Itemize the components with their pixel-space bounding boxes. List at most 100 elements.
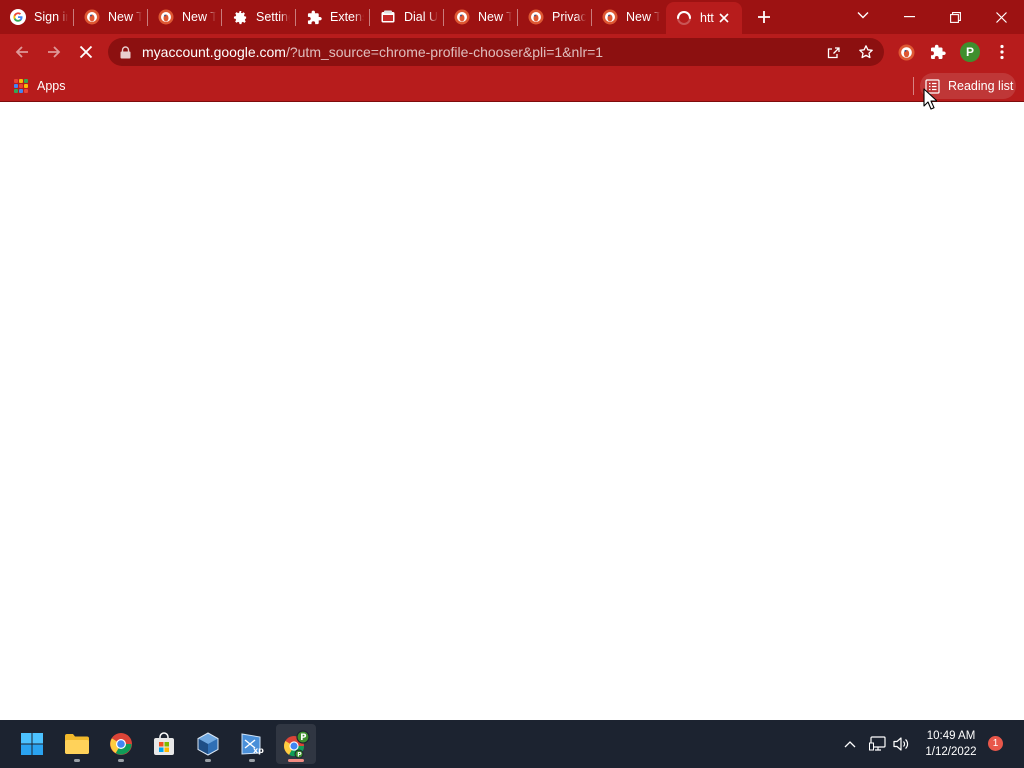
running-indicator	[205, 759, 211, 762]
windows-logo-icon	[21, 733, 43, 755]
kebab-menu-icon	[1000, 44, 1004, 60]
active-indicator	[288, 759, 304, 762]
windows-taskbar: xp PP 10:49 AM 1/12/2022	[0, 720, 1024, 768]
clock-date: 1/12/2022	[925, 746, 977, 758]
duckduckgo-extension-icon[interactable]	[894, 40, 918, 64]
star-icon[interactable]	[857, 43, 875, 61]
running-indicator	[74, 759, 80, 762]
close-icon	[995, 11, 1007, 23]
tab-title: Extensions	[330, 10, 364, 24]
svg-text:xp: xp	[253, 746, 264, 755]
restore-icon	[949, 11, 961, 23]
virtualbox-button[interactable]	[188, 724, 228, 764]
folder-icon	[65, 734, 89, 754]
gear-icon	[232, 9, 248, 25]
file-explorer-button[interactable]	[57, 724, 97, 764]
apps-grid-icon	[14, 79, 28, 93]
window-controls	[886, 0, 1024, 34]
close-tab-icon[interactable]	[716, 10, 732, 26]
url-domain: myaccount.google.com	[142, 44, 286, 60]
bookmarks-bar: Apps Reading list	[0, 70, 1024, 102]
tab-title: Privacy	[552, 10, 586, 24]
restore-button[interactable]	[932, 0, 978, 34]
virtualbox-cube-icon	[197, 732, 219, 756]
volume-icon[interactable]	[891, 734, 911, 754]
menu-button[interactable]	[990, 40, 1014, 64]
tab-active-loading[interactable]: htt	[666, 2, 742, 34]
chrome-icon	[110, 733, 132, 755]
avatar: P	[960, 42, 980, 62]
apps-label: Apps	[37, 79, 66, 93]
tab-title: Dial Up	[404, 10, 438, 24]
browser-toolbar: myaccount.google.com/?utm_source=chrome-…	[0, 34, 1024, 70]
notification-badge[interactable]: 1	[988, 736, 1003, 751]
mouse-pointer-icon	[923, 88, 937, 110]
duckduckgo-icon	[528, 9, 544, 25]
tab-title: New Tab	[478, 10, 512, 24]
tab-privacy[interactable]: Privacy	[518, 0, 592, 34]
vm-xp-button[interactable]: xp	[232, 724, 272, 764]
stop-icon	[79, 45, 93, 59]
chevron-up-icon	[844, 741, 856, 748]
chrome-profile-taskbar-button[interactable]: PP	[276, 724, 316, 764]
forward-arrow-icon	[48, 46, 61, 58]
url-text: myaccount.google.com/?utm_source=chrome-…	[142, 44, 603, 60]
close-window-button[interactable]	[978, 0, 1024, 34]
tab-title: Sign in	[34, 10, 68, 24]
store-button[interactable]	[144, 724, 184, 764]
system-clock[interactable]: 10:49 AM 1/12/2022	[918, 728, 984, 760]
tab-new-tab[interactable]: New Tab	[444, 0, 518, 34]
puzzle-icon	[306, 9, 322, 25]
start-button[interactable]	[12, 724, 52, 764]
tab-settings[interactable]: Settings	[222, 0, 296, 34]
show-hidden-icons-button[interactable]	[840, 734, 860, 754]
tab-strip: Sign in New Tab New Tab Settings Extensi…	[0, 0, 782, 34]
svg-text:P: P	[297, 752, 302, 758]
svg-text:P: P	[300, 733, 306, 743]
tab-dial-up[interactable]: Dial Up	[370, 0, 444, 34]
duckduckgo-icon	[158, 9, 174, 25]
page-viewport	[0, 103, 1024, 720]
running-indicator	[118, 759, 124, 762]
tab-title: New Tab	[108, 10, 142, 24]
back-button[interactable]	[8, 38, 36, 66]
apps-shortcut[interactable]: Apps	[14, 76, 66, 96]
dial-icon	[380, 9, 396, 25]
tab-extensions[interactable]: Extensions	[296, 0, 370, 34]
xp-vm-icon: xp	[241, 733, 264, 755]
duckduckgo-icon	[84, 9, 100, 25]
tab-new-tab[interactable]: New Tab	[74, 0, 148, 34]
running-indicator	[249, 759, 255, 762]
share-icon[interactable]	[824, 43, 842, 61]
tab-title: Settings	[256, 10, 290, 24]
chrome-profile-icon: PP	[284, 730, 310, 758]
extensions-puzzle-icon[interactable]	[926, 40, 950, 64]
duckduckgo-icon	[602, 9, 618, 25]
tab-new-tab[interactable]: New Tab	[592, 0, 666, 34]
reading-list-label: Reading list	[948, 79, 1014, 93]
minimize-button[interactable]	[886, 0, 932, 34]
plus-icon	[758, 11, 770, 23]
minimize-icon	[903, 16, 915, 18]
forward-button[interactable]	[40, 38, 68, 66]
tab-title: New Tab	[182, 10, 216, 24]
profile-avatar-button[interactable]: P	[958, 40, 982, 64]
tab-new-tab[interactable]: New Tab	[148, 0, 222, 34]
loading-spinner-icon	[676, 10, 692, 26]
network-icon[interactable]	[868, 734, 888, 754]
url-path: /?utm_source=chrome-profile-chooser&pli=…	[285, 44, 604, 60]
address-bar[interactable]: myaccount.google.com/?utm_source=chrome-…	[108, 38, 884, 66]
chrome-taskbar-button[interactable]	[101, 724, 141, 764]
chevron-down-icon	[857, 12, 869, 19]
duckduckgo-icon	[454, 9, 470, 25]
store-bag-icon	[154, 732, 174, 755]
new-tab-button[interactable]	[746, 0, 782, 34]
bookmarks-divider	[913, 77, 914, 95]
google-g-icon	[10, 9, 26, 25]
tab-search-button[interactable]	[850, 0, 876, 30]
tab-sign-in[interactable]: Sign in	[0, 0, 74, 34]
stop-loading-button[interactable]	[72, 38, 100, 66]
back-arrow-icon	[15, 46, 28, 58]
clock-time: 10:49 AM	[926, 730, 976, 742]
lock-icon[interactable]	[118, 44, 132, 60]
